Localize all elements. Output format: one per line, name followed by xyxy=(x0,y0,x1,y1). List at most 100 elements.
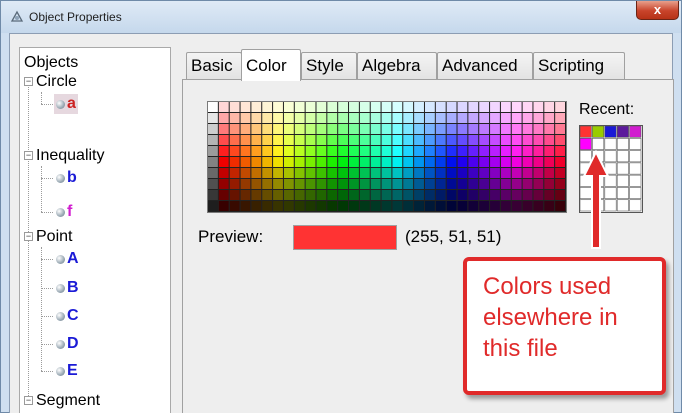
palette-swatch[interactable] xyxy=(555,102,565,112)
palette-swatch[interactable] xyxy=(511,102,522,112)
palette-swatch[interactable] xyxy=(294,190,305,200)
palette-swatch[interactable] xyxy=(273,102,283,112)
palette-swatch[interactable] xyxy=(338,113,349,123)
palette-swatch[interactable] xyxy=(349,124,359,134)
tree-item-E[interactable]: E xyxy=(67,361,78,381)
palette-swatch[interactable] xyxy=(555,124,565,134)
palette-swatch[interactable] xyxy=(349,201,359,211)
palette-swatch[interactable] xyxy=(338,124,349,134)
palette-swatch[interactable] xyxy=(370,190,381,200)
palette-swatch[interactable] xyxy=(262,146,273,156)
palette-swatch[interactable] xyxy=(208,190,218,200)
palette-swatch[interactable] xyxy=(218,135,229,145)
palette-swatch[interactable] xyxy=(403,157,414,167)
palette-swatch[interactable] xyxy=(294,135,305,145)
palette-swatch[interactable] xyxy=(544,135,555,145)
palette-swatch[interactable] xyxy=(500,146,511,156)
palette-swatch[interactable] xyxy=(424,190,435,200)
palette-swatch[interactable] xyxy=(349,168,359,178)
palette-swatch[interactable] xyxy=(403,146,414,156)
palette-swatch[interactable] xyxy=(338,179,349,189)
palette-swatch[interactable] xyxy=(294,179,305,189)
palette-swatch[interactable] xyxy=(522,157,533,167)
palette-swatch[interactable] xyxy=(359,124,370,134)
palette-swatch[interactable] xyxy=(533,190,544,200)
palette-swatch[interactable] xyxy=(414,190,424,200)
palette-swatch[interactable] xyxy=(522,124,533,134)
palette-swatch[interactable] xyxy=(327,179,338,189)
recent-color-swatch[interactable] xyxy=(592,125,605,138)
palette-swatch[interactable] xyxy=(262,124,273,134)
recent-color-swatch[interactable] xyxy=(629,162,642,175)
palette-swatch[interactable] xyxy=(435,113,446,123)
tab-advanced[interactable]: Advanced xyxy=(437,52,533,80)
palette-swatch[interactable] xyxy=(435,168,446,178)
palette-swatch[interactable] xyxy=(229,135,240,145)
recent-color-swatch[interactable] xyxy=(616,125,629,138)
palette-swatch[interactable] xyxy=(316,157,327,167)
tree-root-objects[interactable]: Objects xyxy=(24,53,78,73)
palette-swatch[interactable] xyxy=(251,102,262,112)
palette-swatch[interactable] xyxy=(273,124,283,134)
palette-swatch[interactable] xyxy=(208,201,218,211)
palette-swatch[interactable] xyxy=(457,179,468,189)
palette-swatch[interactable] xyxy=(338,157,349,167)
palette-swatch[interactable] xyxy=(435,102,446,112)
tab-scripting[interactable]: Scripting xyxy=(533,52,625,80)
palette-swatch[interactable] xyxy=(316,102,327,112)
palette-swatch[interactable] xyxy=(392,146,403,156)
palette-swatch[interactable] xyxy=(490,179,500,189)
palette-swatch[interactable] xyxy=(500,102,511,112)
palette-swatch[interactable] xyxy=(218,146,229,156)
palette-swatch[interactable] xyxy=(414,124,424,134)
palette-swatch[interactable] xyxy=(359,113,370,123)
palette-swatch[interactable] xyxy=(240,168,251,178)
palette-swatch[interactable] xyxy=(316,113,327,123)
palette-swatch[interactable] xyxy=(229,157,240,167)
palette-swatch[interactable] xyxy=(490,157,500,167)
palette-swatch[interactable] xyxy=(522,179,533,189)
palette-swatch[interactable] xyxy=(251,168,262,178)
palette-swatch[interactable] xyxy=(218,113,229,123)
palette-swatch[interactable] xyxy=(490,124,500,134)
palette-swatch[interactable] xyxy=(283,190,294,200)
palette-swatch[interactable] xyxy=(500,179,511,189)
palette-swatch[interactable] xyxy=(424,113,435,123)
palette-swatch[interactable] xyxy=(446,102,457,112)
palette-swatch[interactable] xyxy=(349,135,359,145)
palette-swatch[interactable] xyxy=(414,102,424,112)
palette-swatch[interactable] xyxy=(424,179,435,189)
palette-swatch[interactable] xyxy=(457,135,468,145)
palette-swatch[interactable] xyxy=(294,201,305,211)
palette-swatch[interactable] xyxy=(370,135,381,145)
palette-swatch[interactable] xyxy=(240,102,251,112)
palette-swatch[interactable] xyxy=(251,190,262,200)
palette-swatch[interactable] xyxy=(251,124,262,134)
palette-swatch[interactable] xyxy=(468,113,479,123)
palette-swatch[interactable] xyxy=(457,124,468,134)
palette-swatch[interactable] xyxy=(435,190,446,200)
palette-swatch[interactable] xyxy=(262,113,273,123)
palette-swatch[interactable] xyxy=(522,102,533,112)
palette-swatch[interactable] xyxy=(294,168,305,178)
recent-color-swatch[interactable] xyxy=(629,137,642,150)
palette-swatch[interactable] xyxy=(544,179,555,189)
palette-swatch[interactable] xyxy=(511,157,522,167)
palette-swatch[interactable] xyxy=(370,157,381,167)
palette-swatch[interactable] xyxy=(500,135,511,145)
palette-swatch[interactable] xyxy=(229,146,240,156)
palette-swatch[interactable] xyxy=(490,113,500,123)
palette-swatch[interactable] xyxy=(479,102,490,112)
palette-swatch[interactable] xyxy=(511,201,522,211)
palette-swatch[interactable] xyxy=(349,190,359,200)
palette-swatch[interactable] xyxy=(273,135,283,145)
palette-swatch[interactable] xyxy=(273,190,283,200)
palette-swatch[interactable] xyxy=(370,201,381,211)
palette-swatch[interactable] xyxy=(359,179,370,189)
palette-swatch[interactable] xyxy=(283,113,294,123)
palette-swatch[interactable] xyxy=(229,179,240,189)
palette-swatch[interactable] xyxy=(229,201,240,211)
palette-swatch[interactable] xyxy=(262,201,273,211)
palette-swatch[interactable] xyxy=(403,102,414,112)
palette-swatch[interactable] xyxy=(294,157,305,167)
